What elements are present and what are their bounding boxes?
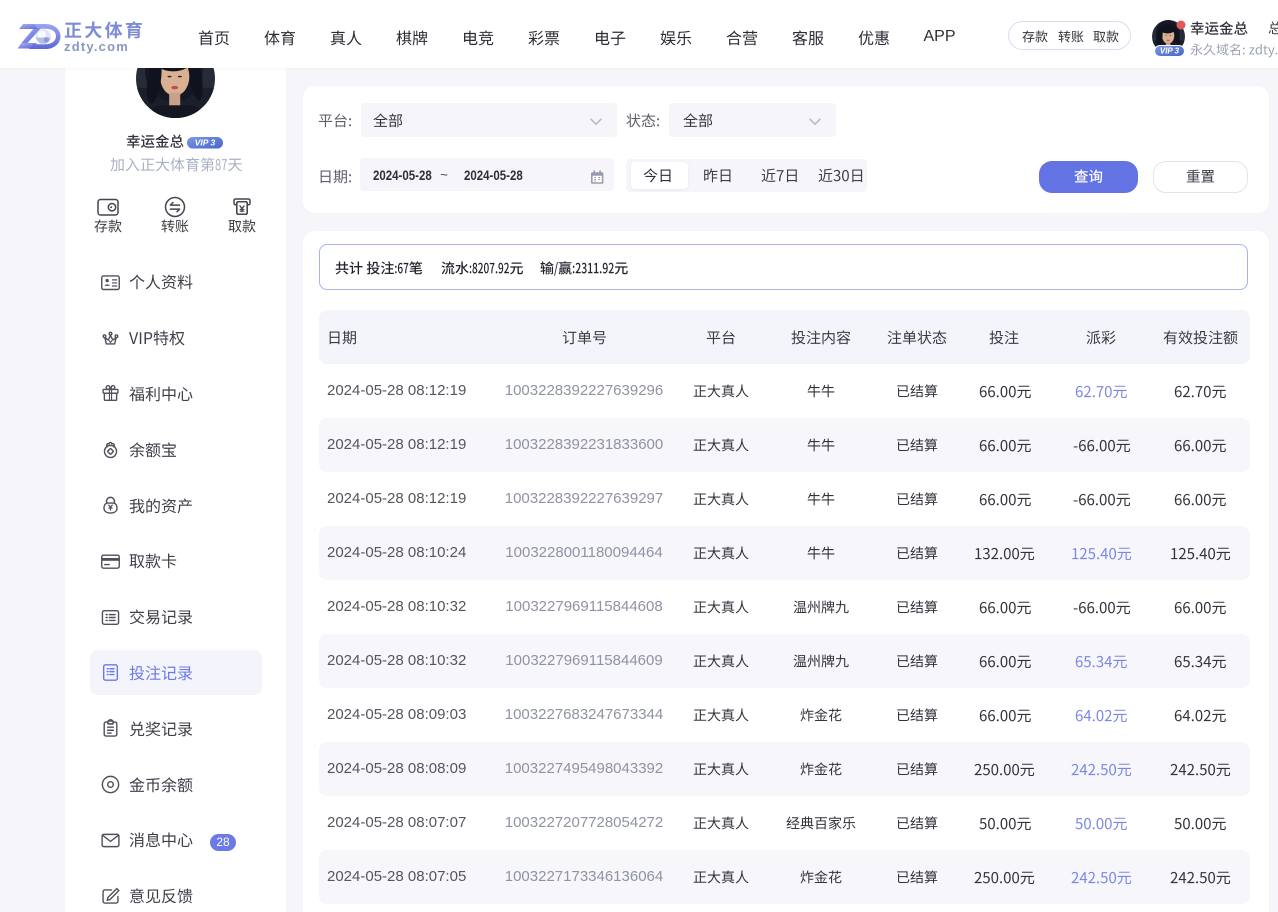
svg-text:VIP 3: VIP 3: [1160, 46, 1180, 55]
svg-text:VIP 3: VIP 3: [195, 137, 216, 147]
